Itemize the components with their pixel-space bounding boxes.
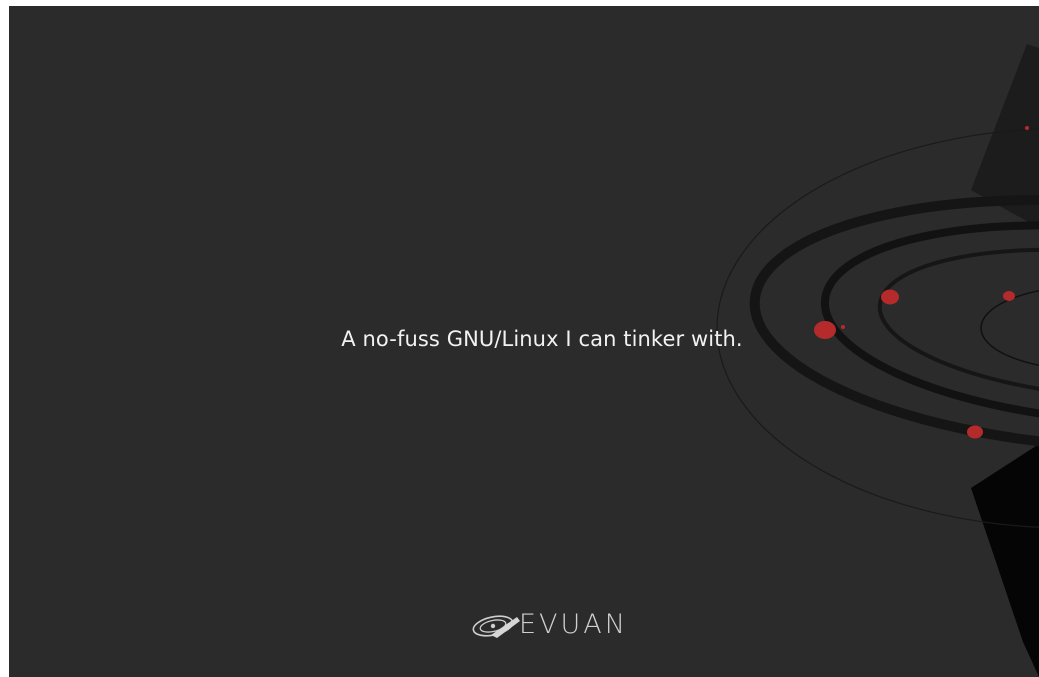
slide-tagline: A no-fuss GNU/Linux I can tinker with.	[341, 327, 743, 351]
orbit-thick-3	[877, 247, 1039, 401]
brand-wordmark: EVUAN	[519, 609, 628, 640]
installer-slide: A no-fuss GNU/Linux I can tinker with. E…	[9, 6, 1039, 677]
orbit-thick-1	[749, 195, 1039, 453]
dark-shard-bottom	[971, 444, 1039, 677]
devuan-swirl-icon	[472, 615, 520, 638]
orbit-thick-2	[820, 221, 1039, 427]
planet-dot	[1003, 291, 1015, 301]
devuan-logo: EVUAN	[471, 610, 628, 640]
planet-dot	[1025, 126, 1029, 130]
planet-dot	[881, 289, 899, 305]
planet-dot	[967, 425, 983, 439]
